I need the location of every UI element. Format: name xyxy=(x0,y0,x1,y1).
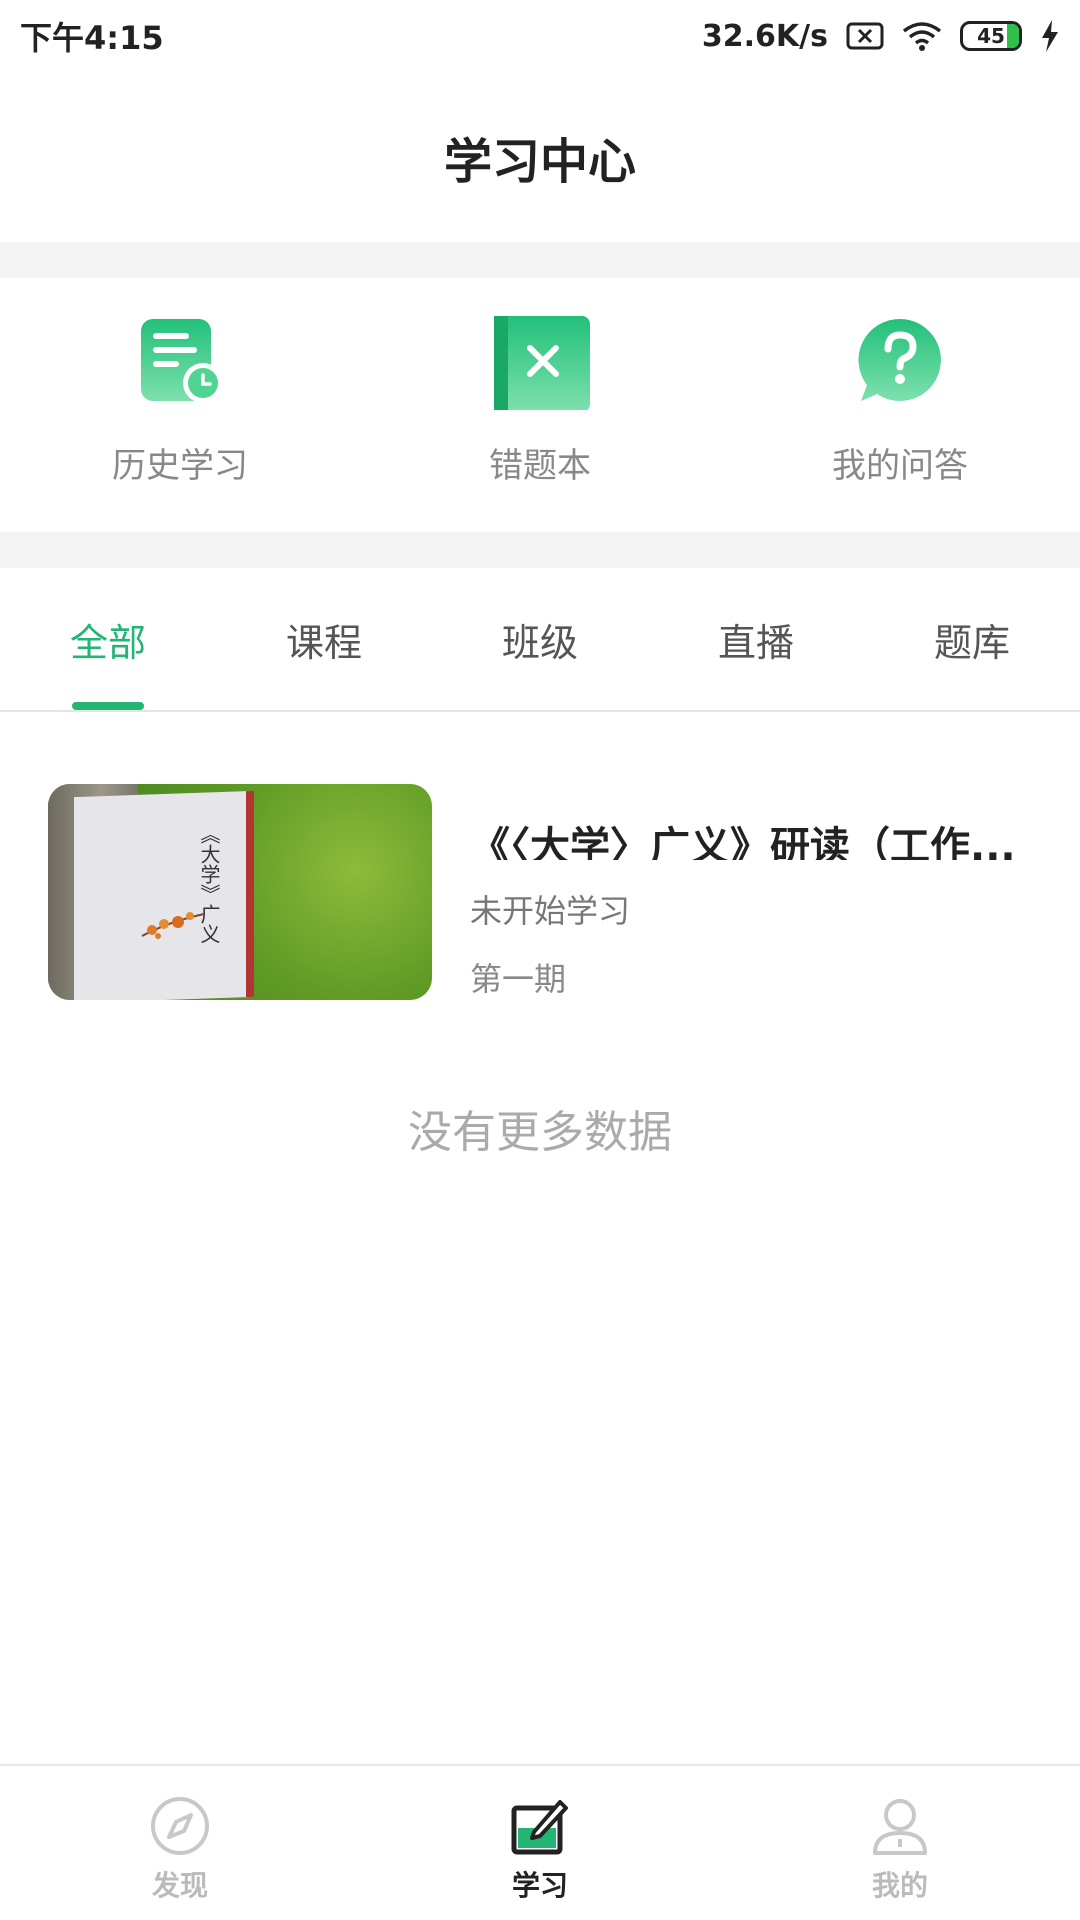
course-cover-image: 《大学》广义 xyxy=(48,784,432,1000)
status-indicators: 32.6K/s 45 xyxy=(702,19,1060,54)
study-center-screen: 下午4:15 32.6K/s 45 学习中心 历史学习 错题本 我的问答 全部 … xyxy=(0,0,1080,1920)
bottom-navigation: 发现 学习 我的 xyxy=(0,1764,1080,1920)
quick-my-qa[interactable]: 我的问答 xyxy=(720,278,1080,532)
quick-action-label: 我的问答 xyxy=(832,446,968,486)
battery-icon: 45 xyxy=(960,21,1022,51)
app-header: 学习中心 xyxy=(0,72,1080,242)
network-speed: 32.6K/s xyxy=(701,18,828,54)
tab-courses[interactable]: 课程 xyxy=(216,568,432,710)
nav-mine[interactable]: 我的 xyxy=(720,1766,1080,1920)
no-more-data-text: 没有更多数据 xyxy=(408,1107,672,1158)
course-title: 《〈大学〉广义》研读（工作... xyxy=(470,824,1016,860)
charging-icon xyxy=(1040,20,1060,52)
quick-history-learning[interactable]: 历史学习 xyxy=(0,278,360,532)
quick-actions: 历史学习 错题本 我的问答 xyxy=(0,278,1080,532)
course-list-item[interactable]: 《大学》广义 《〈大学〉广义》研读（工作... 未开始学习 第一期 xyxy=(48,784,1048,1000)
nav-label: 发现 xyxy=(151,1869,208,1902)
sim-disabled-icon xyxy=(846,21,884,51)
tab-question-bank[interactable]: 题库 xyxy=(864,568,1080,710)
tab-label: 题库 xyxy=(933,620,1010,665)
tab-live[interactable]: 直播 xyxy=(648,568,864,710)
blossom-illustration xyxy=(141,912,205,939)
nav-label: 我的 xyxy=(871,1869,928,1902)
tab-label: 直播 xyxy=(717,620,794,665)
tab-all[interactable]: 全部 xyxy=(0,568,216,710)
quick-action-label: 历史学习 xyxy=(112,446,248,486)
filter-tabs: 全部 课程 班级 直播 题库 xyxy=(0,568,1080,712)
wrong-book-icon xyxy=(490,310,590,410)
nav-label: 学习 xyxy=(511,1869,568,1902)
tab-classes[interactable]: 班级 xyxy=(432,568,648,710)
user-icon xyxy=(868,1794,932,1858)
course-period: 第一期 xyxy=(470,960,567,998)
status-bar: 下午4:15 32.6K/s 45 xyxy=(0,0,1080,72)
status-time: 下午4:15 xyxy=(20,19,164,57)
question-bubble-icon xyxy=(850,310,950,410)
nav-discover[interactable]: 发现 xyxy=(0,1766,360,1920)
course-status: 未开始学习 xyxy=(470,892,631,930)
quick-wrong-book[interactable]: 错题本 xyxy=(360,278,720,532)
compass-icon xyxy=(148,1794,212,1858)
battery-level: 45 xyxy=(977,24,1005,48)
wifi-icon xyxy=(902,21,942,51)
tab-label: 课程 xyxy=(285,620,362,665)
course-info: 《〈大学〉广义》研读（工作... 未开始学习 第一期 xyxy=(470,784,1030,1000)
active-tab-indicator xyxy=(72,702,144,710)
tab-label: 全部 xyxy=(69,620,146,665)
history-doc-icon xyxy=(130,310,230,410)
quick-action-label: 错题本 xyxy=(489,446,591,486)
tab-label: 班级 xyxy=(501,620,578,665)
section-divider xyxy=(0,532,1080,568)
study-icon xyxy=(508,1794,572,1858)
book-cover xyxy=(74,790,254,1000)
section-divider xyxy=(0,242,1080,278)
nav-study[interactable]: 学习 xyxy=(360,1766,720,1920)
page-title: 学习中心 xyxy=(443,134,636,190)
